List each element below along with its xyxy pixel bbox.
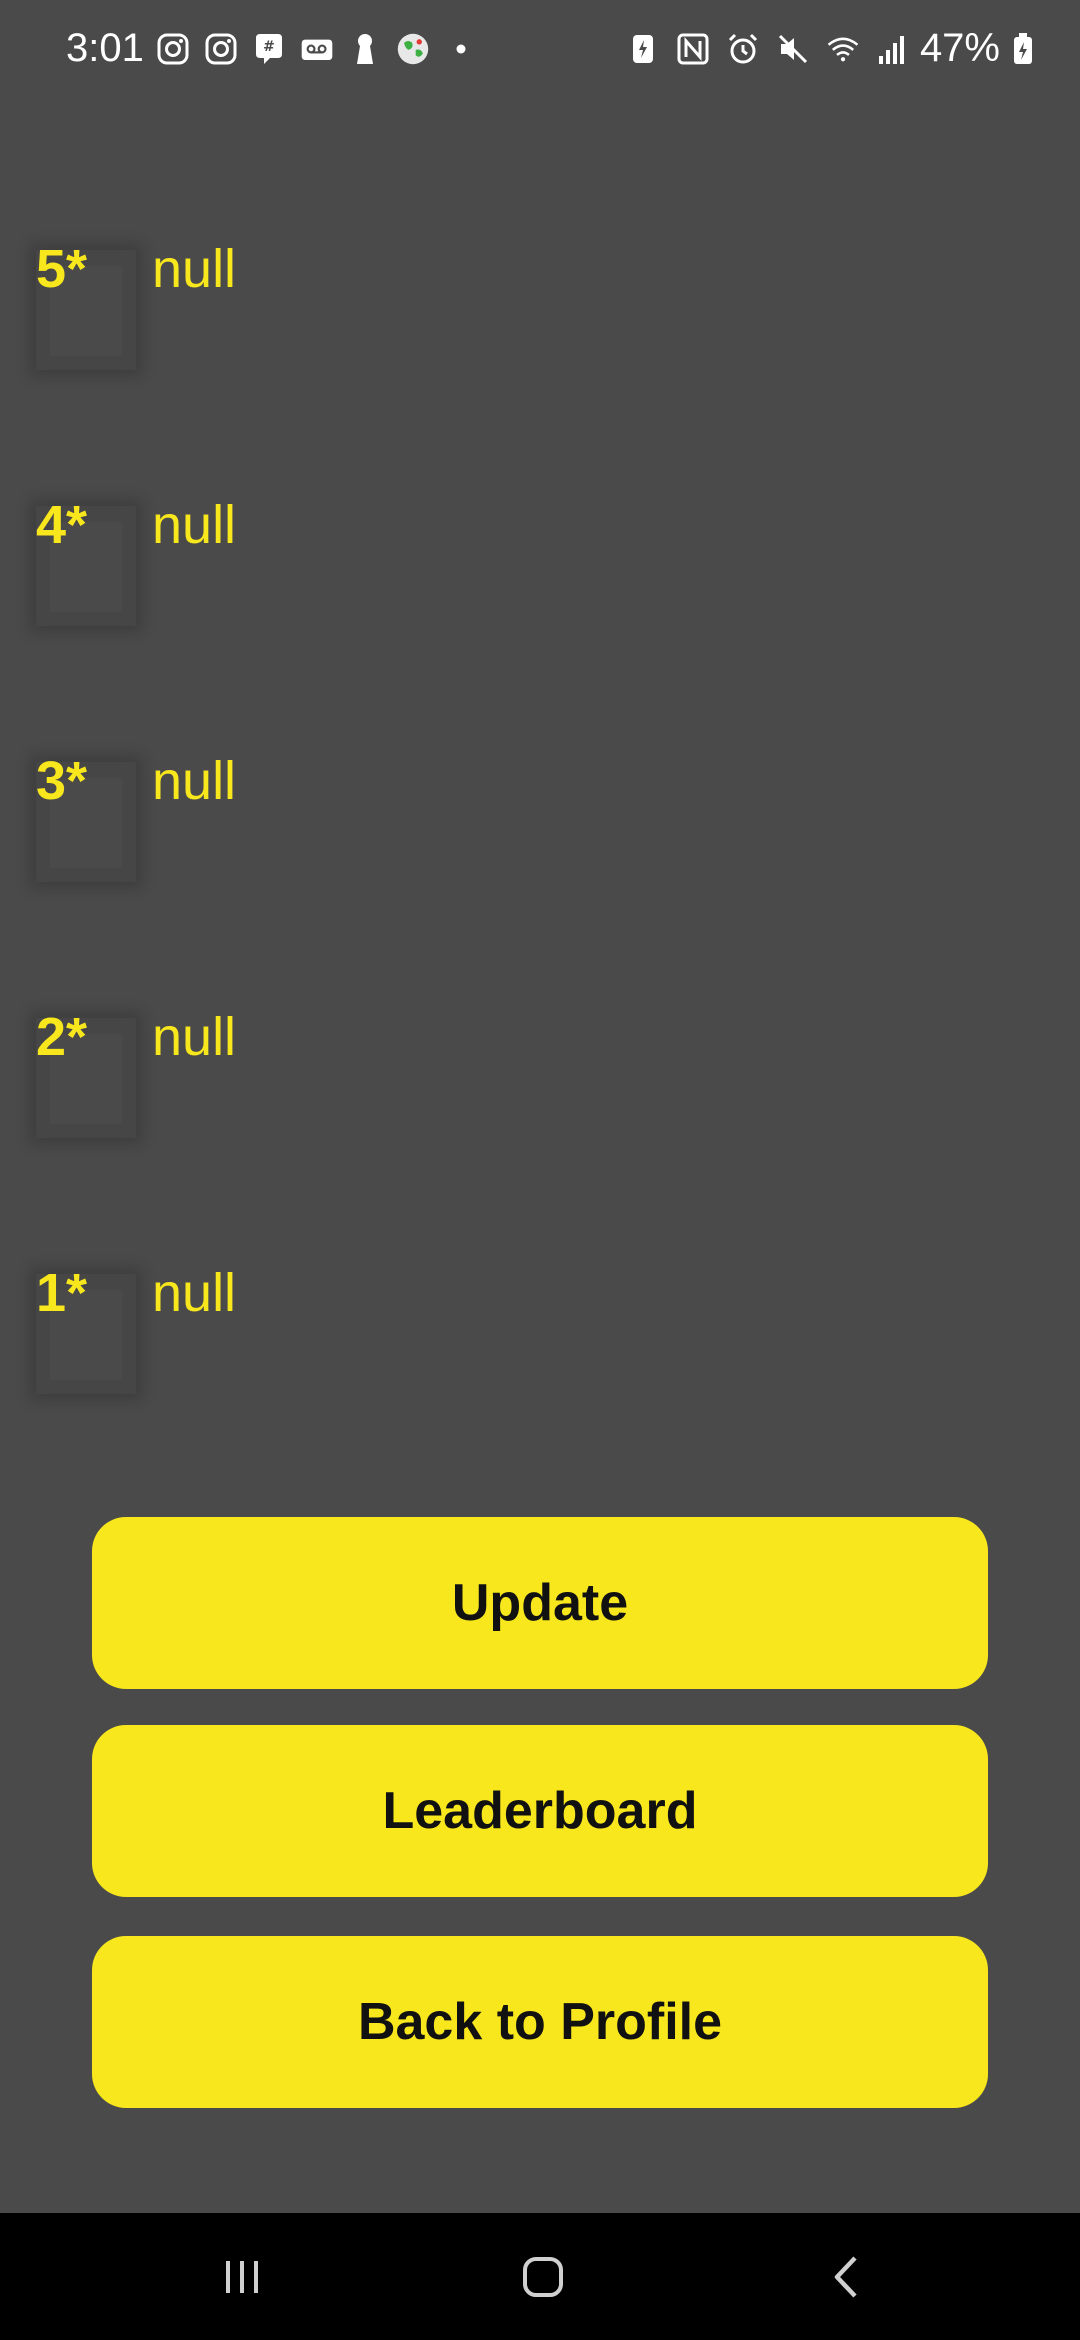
rating-row-3: 3* null — [36, 751, 536, 912]
mute-icon — [776, 32, 810, 66]
battery-saver-icon — [626, 32, 660, 66]
recents-icon[interactable] — [212, 2249, 272, 2305]
battery-percent: 47% — [919, 26, 1000, 70]
svg-text:#: # — [263, 39, 275, 55]
status-bar: 3:01 # 47% — [0, 0, 1080, 110]
update-button[interactable]: Update — [92, 1517, 988, 1689]
messenger-icon: # — [252, 32, 286, 66]
instagram-icon — [204, 32, 238, 66]
home-icon[interactable] — [513, 2249, 573, 2305]
dot-icon — [444, 32, 478, 66]
stars-label: 4* — [36, 495, 88, 555]
rating-row-2: 2* null — [36, 1007, 536, 1168]
battery-icon — [1006, 32, 1040, 66]
notification-icons: # — [156, 32, 478, 66]
keyhole-icon — [348, 32, 382, 66]
alarm-icon — [726, 32, 760, 66]
leaderboard-button[interactable]: Leaderboard — [92, 1725, 988, 1897]
navigation-bar — [0, 2213, 1080, 2340]
system-icons — [626, 32, 910, 66]
name-label: null — [152, 1007, 237, 1067]
rating-row-5: 5* null — [36, 239, 536, 400]
stars-label: 1* — [36, 1263, 88, 1323]
stars-label: 3* — [36, 751, 88, 811]
status-time: 3:01 — [66, 26, 144, 70]
name-label: null — [152, 1263, 237, 1323]
battery-status: 47% — [920, 26, 1040, 71]
stars-label: 5* — [36, 239, 88, 299]
name-label: null — [152, 495, 237, 555]
back-to-profile-button[interactable]: Back to Profile — [92, 1936, 988, 2108]
wifi-icon — [826, 32, 860, 66]
name-label: null — [152, 751, 237, 811]
nfc-icon — [676, 32, 710, 66]
globe-icon — [396, 32, 430, 66]
signal-icon — [876, 32, 910, 66]
name-label: null — [152, 239, 237, 299]
back-icon[interactable] — [816, 2249, 876, 2305]
rating-row-4: 4* null — [36, 495, 536, 656]
instagram-icon — [156, 32, 190, 66]
voicemail-icon — [300, 32, 334, 66]
stars-label: 2* — [36, 1007, 88, 1067]
rating-row-1: 1* null — [36, 1263, 536, 1424]
